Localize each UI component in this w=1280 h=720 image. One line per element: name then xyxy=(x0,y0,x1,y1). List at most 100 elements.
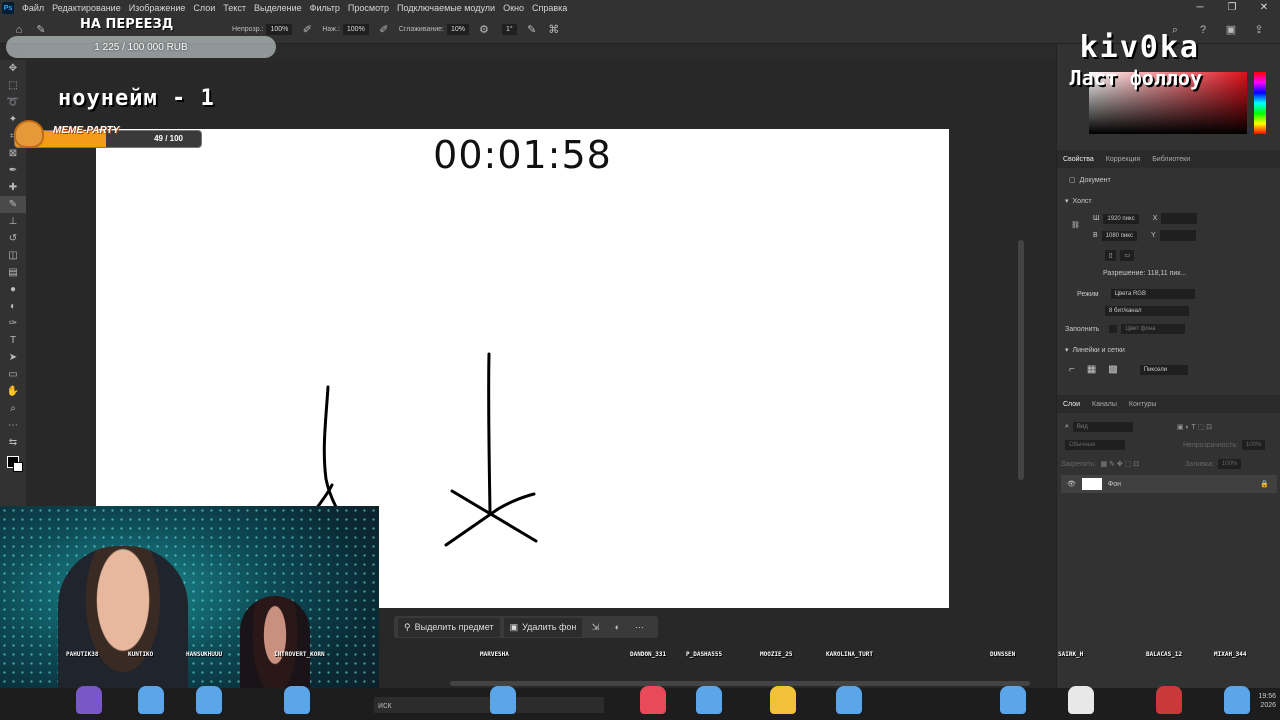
pressure-field[interactable]: 100% xyxy=(342,24,369,35)
tab-channels[interactable]: Каналы xyxy=(1086,401,1123,408)
photoshop-logo-icon[interactable]: Ps xyxy=(2,2,14,14)
type-tool-icon[interactable]: T xyxy=(0,332,26,349)
menu-filter[interactable]: Фильтр xyxy=(306,3,344,13)
workspace-icon[interactable]: ▣ xyxy=(1224,23,1238,37)
hue-slider[interactable] xyxy=(1254,72,1266,134)
donation-goal-title: НА ПЕРЕЕЗД xyxy=(80,17,174,32)
tab-adjustments[interactable]: Коррекция xyxy=(1100,156,1146,163)
menu-select[interactable]: Выделение xyxy=(250,3,306,13)
menu-image[interactable]: Изображение xyxy=(125,3,190,13)
menu-window[interactable]: Окно xyxy=(499,3,528,13)
menu-layers[interactable]: Слои xyxy=(189,3,219,13)
eye-icon[interactable]: 👁 xyxy=(1067,480,1076,488)
tab-libraries[interactable]: Библиотеки xyxy=(1146,156,1196,163)
layer-search-input[interactable]: Вид xyxy=(1072,422,1133,432)
horizontal-scrollbar[interactable] xyxy=(450,681,1030,686)
minimize-icon[interactable]: ─ xyxy=(1184,0,1216,16)
guides-icon[interactable]: ▩ xyxy=(1108,364,1117,375)
adjust-icon[interactable]: ◐ xyxy=(608,622,626,632)
brush-tool-icon[interactable]: ✎ xyxy=(0,196,26,213)
chevron-down-icon: ▾ xyxy=(1065,198,1069,205)
grid-icon[interactable]: ▦ xyxy=(1087,364,1096,375)
depth-select[interactable]: 8 бит/канал xyxy=(1105,306,1189,316)
y-field[interactable] xyxy=(1159,230,1196,241)
home-icon[interactable]: ⌂ xyxy=(12,23,26,37)
chatter-sprite xyxy=(1000,686,1026,714)
width-field[interactable]: 1920 пикс xyxy=(1103,213,1139,224)
units-select[interactable]: Пиксели xyxy=(1139,364,1188,375)
rectangle-tool-icon[interactable]: ▭ xyxy=(0,366,26,383)
tab-paths[interactable]: Контуры xyxy=(1123,401,1162,408)
blend-row: Обычные Непрозрачность: 100% xyxy=(1065,440,1266,450)
pen-tool-icon[interactable]: ✑ xyxy=(0,315,26,332)
layer-row-background[interactable]: 👁 Фон 🔒 xyxy=(1061,475,1277,493)
image-icon: ▣ xyxy=(509,621,519,632)
path-select-icon[interactable]: ➤ xyxy=(0,349,26,366)
layer-filter-icons[interactable]: ▣ ◐ T ⬚ ⊡ xyxy=(1177,423,1212,431)
ruler-icon[interactable]: ⌐ xyxy=(1069,364,1075,375)
gradient-tool-icon[interactable]: ▤ xyxy=(0,264,26,281)
color-swatches-icon[interactable] xyxy=(0,451,26,473)
more-tools-icon[interactable]: ⋯ xyxy=(0,417,26,434)
more-options-icon[interactable]: ⋯ xyxy=(630,622,648,633)
healing-tool-icon[interactable]: ✚ xyxy=(0,179,26,196)
canvas-section-header[interactable]: ▾ Холст xyxy=(1065,197,1092,206)
transform-icon[interactable]: ⇲ xyxy=(586,622,604,633)
angle-field[interactable]: 1° xyxy=(501,24,517,35)
mode-select[interactable]: Цвета RGB xyxy=(1110,289,1195,299)
lock-label: Закрепить: xyxy=(1061,460,1097,468)
menu-view[interactable]: Просмотр xyxy=(344,3,393,13)
tab-properties[interactable]: Свойства xyxy=(1057,156,1100,163)
menu-help[interactable]: Справка xyxy=(528,3,571,13)
remove-background-button[interactable]: ▣ Удалить фон xyxy=(503,617,583,637)
link-icon[interactable]: ⛓ xyxy=(1071,221,1080,229)
restore-icon[interactable]: ❐ xyxy=(1216,0,1248,16)
settings-gear-icon[interactable]: ⚙ xyxy=(477,23,491,37)
vertical-scrollbar[interactable] xyxy=(1018,240,1024,480)
select-subject-button[interactable]: ⚲ Выделить предмет xyxy=(398,617,500,637)
height-field[interactable]: 1080 пикс xyxy=(1101,230,1137,241)
document-icon: ▢ xyxy=(1069,177,1076,184)
layer-thumbnail xyxy=(1081,478,1102,490)
pen-pressure-icon[interactable]: ✐ xyxy=(300,23,314,37)
menu-file[interactable]: Файл xyxy=(18,3,48,13)
symmetry-icon[interactable]: ⌘ xyxy=(547,23,561,37)
history-brush-icon[interactable]: ↺ xyxy=(0,230,26,247)
lock-icons[interactable]: ▦ ✎ ✥ ⬚ ⊡ xyxy=(1100,460,1139,468)
eyedropper-tool-icon[interactable]: ✒ xyxy=(0,162,26,179)
marquee-tool-icon[interactable]: ⬚ xyxy=(0,77,26,94)
layer-opacity-field[interactable]: 100% xyxy=(1242,440,1266,450)
dodge-tool-icon[interactable]: ◐ xyxy=(0,298,26,315)
zoom-tool-icon[interactable]: ⌕ xyxy=(0,400,26,417)
grid-section-header[interactable]: ▾ Линейки и сетки xyxy=(1065,346,1125,355)
move-tool-icon[interactable]: ✥ xyxy=(0,60,26,77)
portrait-icon[interactable]: ▯ xyxy=(1105,250,1117,261)
orientation-buttons: ▯ ▭ xyxy=(1105,250,1134,261)
opacity-field[interactable]: 100% xyxy=(266,24,293,35)
menu-text[interactable]: Текст xyxy=(219,3,250,13)
lasso-tool-icon[interactable]: ➰ xyxy=(0,94,26,111)
stamp-tool-icon[interactable]: ⊥ xyxy=(0,213,26,230)
eraser-tool-icon[interactable]: ◫ xyxy=(0,247,26,264)
fill-select[interactable]: Цвет фона xyxy=(1121,324,1186,334)
menu-edit[interactable]: Редактирование xyxy=(48,3,125,13)
taskbar-search[interactable]: иск xyxy=(374,697,604,713)
size-pressure-icon[interactable]: ✎ xyxy=(525,23,539,37)
layer-fill-field[interactable]: 100% xyxy=(1217,459,1242,469)
menu-plugins[interactable]: Подключаемые модули xyxy=(393,3,499,13)
blur-tool-icon[interactable]: ● xyxy=(0,281,26,298)
tab-layers[interactable]: Слои xyxy=(1057,401,1086,408)
chatter-name: INTROVERT_KORN xyxy=(274,651,325,658)
landscape-icon[interactable]: ▭ xyxy=(1120,250,1134,261)
share-icon[interactable]: ⇪ xyxy=(1252,23,1266,37)
close-icon[interactable]: ✕ xyxy=(1248,0,1280,16)
width-row: Ш 1920 пикс X xyxy=(1093,213,1198,224)
brush-preset-icon[interactable]: ✎ xyxy=(34,23,48,37)
blend-mode-select[interactable]: Обычные xyxy=(1065,440,1125,450)
airbrush-icon[interactable]: ✐ xyxy=(377,23,391,37)
fill-swatch[interactable] xyxy=(1109,325,1118,333)
swap-colors-icon[interactable]: ⇆ xyxy=(0,434,26,451)
hand-tool-icon[interactable]: ✋ xyxy=(0,383,26,400)
smoothing-field[interactable]: 10% xyxy=(446,24,469,35)
x-field[interactable] xyxy=(1161,213,1198,224)
